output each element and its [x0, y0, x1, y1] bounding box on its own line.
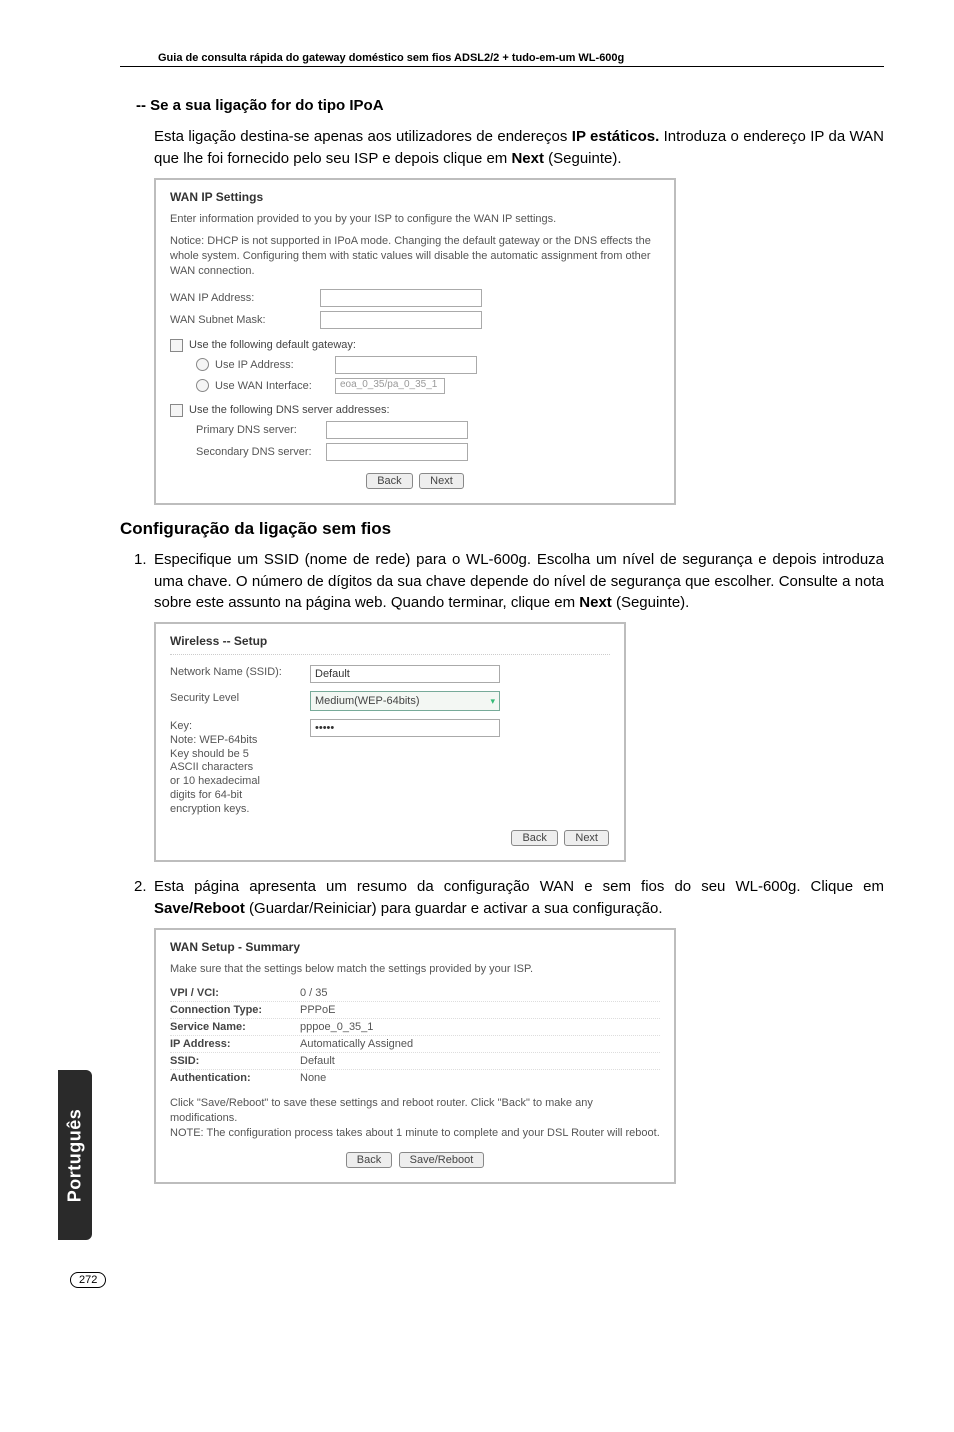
use-wan-if-radio[interactable] — [196, 379, 209, 392]
key-label: Key: — [170, 719, 310, 734]
summary-v-1: PPPoE — [300, 1004, 335, 1016]
wireless-setup-dialog: Wireless -- Setup Network Name (SSID): D… — [154, 622, 626, 862]
ipoa-next: Next — [511, 150, 544, 167]
summary-intro: Make sure that the settings below match … — [170, 962, 660, 977]
wan-ip-input[interactable] — [320, 289, 482, 307]
use-dns-checkbox[interactable] — [170, 404, 183, 417]
use-dns-label: Use the following DNS server addresses: — [189, 404, 390, 416]
wan-back-button[interactable]: Back — [366, 473, 412, 489]
summary-table: VPI / VCI:0 / 35 Connection Type:PPPoE S… — [170, 985, 660, 1086]
subheading-ipoa: -- Se a sua ligação for do tipo IPoA — [136, 97, 884, 114]
summary-save-reboot-button[interactable]: Save/Reboot — [399, 1152, 485, 1168]
wan-intro: Enter information provided to you by you… — [170, 212, 660, 227]
summary-k-4: SSID: — [170, 1055, 300, 1067]
table-row: Service Name:pppoe_0_35_1 — [170, 1018, 660, 1035]
use-wan-if-select[interactable]: eoa_0_35/pa_0_35_1 — [335, 378, 445, 394]
use-ip-radio[interactable] — [196, 358, 209, 371]
page-number-value: 272 — [70, 1272, 106, 1288]
step-2a: Esta página apresenta um resumo da confi… — [154, 878, 884, 895]
header-title: Guia de consulta rápida do gateway domés… — [158, 52, 624, 64]
ssid-label: Network Name (SSID): — [170, 665, 310, 680]
wireless-back-button[interactable]: Back — [511, 830, 557, 846]
table-row: Connection Type:PPPoE — [170, 1001, 660, 1018]
step-2: 2. Esta página apresenta um resumo da co… — [154, 876, 884, 920]
wan-subnet-input[interactable] — [320, 311, 482, 329]
use-gateway-checkbox[interactable] — [170, 339, 183, 352]
step-1: 1. Especifique um SSID (nome de rede) pa… — [154, 549, 884, 614]
summary-k-3: IP Address: — [170, 1038, 300, 1050]
ssid-input[interactable]: Default — [310, 665, 500, 683]
step-1b: (Seguinte). — [612, 594, 690, 611]
router-icon — [120, 46, 150, 64]
wan-summary-dialog: WAN Setup - Summary Make sure that the s… — [154, 928, 676, 1184]
use-ip-input[interactable] — [335, 356, 477, 374]
step-1-number: 1. — [134, 549, 147, 571]
security-level-value: Medium(WEP-64bits) — [315, 695, 420, 707]
key-input[interactable]: ••••• — [310, 719, 500, 737]
summary-k-1: Connection Type: — [170, 1004, 300, 1016]
wan-next-button[interactable]: Next — [419, 473, 464, 489]
wireless-next-button[interactable]: Next — [564, 830, 609, 846]
wan-ip-label: WAN IP Address: — [170, 292, 320, 304]
wan-title: WAN IP Settings — [170, 190, 660, 204]
use-wan-if-label: Use WAN Interface: — [215, 380, 335, 392]
summary-k-2: Service Name: — [170, 1021, 300, 1033]
wan-ip-settings-dialog: WAN IP Settings Enter information provid… — [154, 178, 676, 505]
ipoa-bold: IP estáticos. — [572, 128, 659, 145]
summary-foot2: NOTE: The configuration process takes ab… — [170, 1126, 660, 1141]
language-tab: Português — [58, 1070, 92, 1240]
table-row: IP Address:Automatically Assigned — [170, 1035, 660, 1052]
step-2-number: 2. — [134, 876, 147, 898]
table-row: Authentication:None — [170, 1069, 660, 1086]
summary-back-button[interactable]: Back — [346, 1152, 392, 1168]
summary-k-0: VPI / VCI: — [170, 987, 300, 999]
page-number: 272 — [70, 1270, 106, 1288]
summary-foot1: Click "Save/Reboot" to save these settin… — [170, 1096, 660, 1126]
wan-notice: Notice: DHCP is not supported in IPoA mo… — [170, 234, 660, 279]
step-1-next: Next — [579, 594, 612, 611]
table-row: VPI / VCI:0 / 35 — [170, 985, 660, 1001]
use-ip-label: Use IP Address: — [215, 359, 335, 371]
chevron-down-icon: ▾ — [490, 696, 495, 707]
summary-title: WAN Setup - Summary — [170, 940, 660, 954]
security-level-label: Security Level — [170, 691, 310, 706]
ipoa-text-1: Esta ligação destina-se apenas aos utili… — [154, 128, 572, 145]
step-2-bold: Save/Reboot — [154, 900, 245, 917]
wireless-title: Wireless -- Setup — [170, 634, 610, 655]
step-1a: Especifique um SSID (nome de rede) para … — [154, 551, 884, 612]
summary-v-0: 0 / 35 — [300, 987, 328, 999]
step-2b: (Guardar/Reiniciar) para guardar e activ… — [245, 900, 663, 917]
summary-v-5: None — [300, 1072, 326, 1084]
summary-k-5: Authentication: — [170, 1072, 300, 1084]
use-gateway-label: Use the following default gateway: — [189, 339, 356, 351]
wan-subnet-label: WAN Subnet Mask: — [170, 314, 320, 326]
summary-v-4: Default — [300, 1055, 335, 1067]
header-bar: Guia de consulta rápida do gateway domés… — [120, 46, 884, 67]
language-tab-label: Português — [65, 1108, 86, 1202]
table-row: SSID:Default — [170, 1052, 660, 1069]
ipoa-text-3: (Seguinte). — [544, 150, 622, 167]
summary-v-3: Automatically Assigned — [300, 1038, 413, 1050]
primary-dns-label: Primary DNS server: — [196, 424, 326, 436]
secondary-dns-input[interactable] — [326, 443, 468, 461]
security-level-select[interactable]: Medium(WEP-64bits) ▾ — [310, 691, 500, 711]
key-note: Note: WEP-64bits Key should be 5 ASCII c… — [170, 734, 260, 817]
summary-v-2: pppoe_0_35_1 — [300, 1021, 373, 1033]
secondary-dns-label: Secondary DNS server: — [196, 446, 326, 458]
primary-dns-input[interactable] — [326, 421, 468, 439]
section-wireless-config: Configuração da ligação sem fios — [120, 519, 884, 539]
ipoa-paragraph: Esta ligação destina-se apenas aos utili… — [154, 126, 884, 170]
